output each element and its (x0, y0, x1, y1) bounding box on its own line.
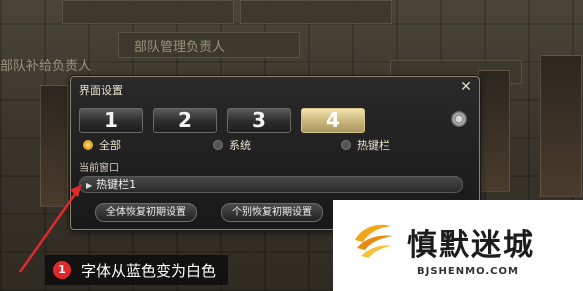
watermark-title: 慎默迷城 (407, 228, 535, 263)
watermark-url: BJSHENMO.COM (417, 266, 519, 277)
flame-logo-icon (355, 224, 393, 258)
step-badge: 1 (53, 261, 71, 279)
watermark: 慎默迷城 BJSHENMO.COM (333, 200, 583, 291)
annotation-text: 字体从蓝色变为白色 (81, 261, 217, 280)
annotation-callout: 1 字体从蓝色变为白色 (45, 255, 229, 285)
